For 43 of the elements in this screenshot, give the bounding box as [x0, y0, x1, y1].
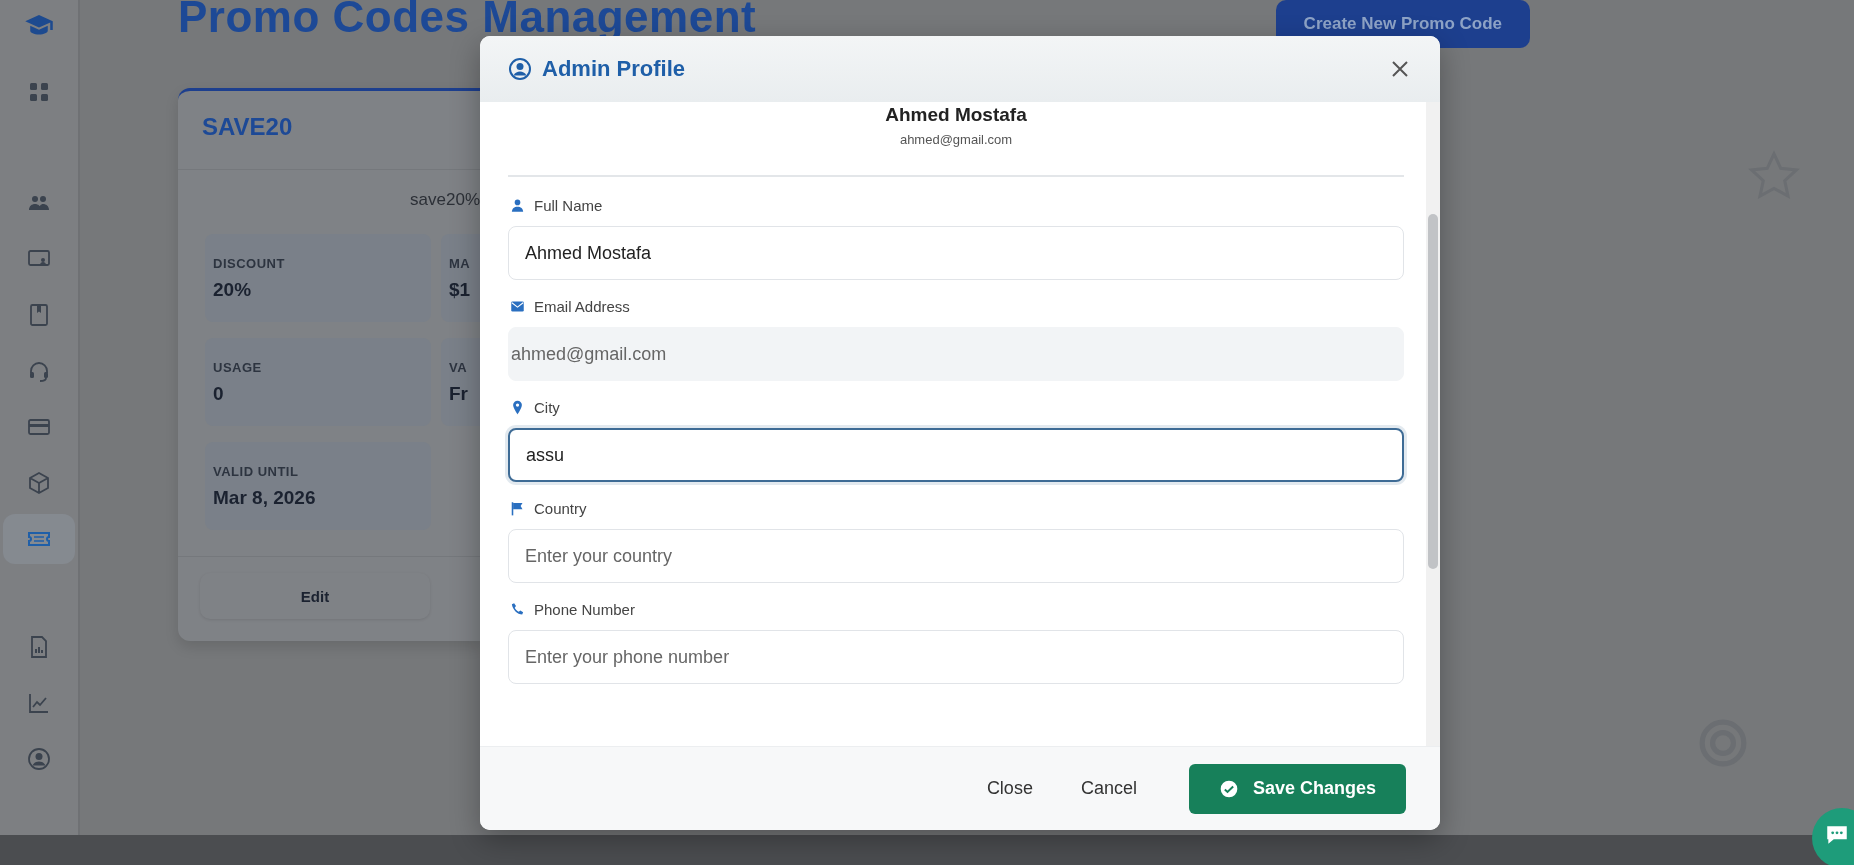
- scrollbar[interactable]: [1426, 102, 1440, 746]
- envelope-icon: [510, 299, 525, 314]
- input-field[interactable]: assu: [508, 428, 1404, 482]
- person-icon: [510, 198, 525, 213]
- line-chart-icon: [27, 691, 51, 715]
- profile-email: ahmed@gmail.com: [898, 132, 1014, 147]
- phone-icon: [510, 602, 525, 617]
- box-icon: [27, 471, 51, 495]
- page-title: Promo Codes Management: [178, 0, 757, 42]
- dialog-button[interactable]: Cancel: [1066, 768, 1151, 809]
- stat-label: DISCOUNT: [213, 256, 286, 271]
- promo-description: save20%: [409, 190, 481, 211]
- field-label: Phone Number: [534, 601, 635, 618]
- input-field[interactable]: Ahmed Mostafa: [508, 226, 1404, 280]
- user-circle-icon: [27, 747, 51, 771]
- field-label: City: [534, 399, 560, 416]
- input-field[interactable]: Enter your phone number: [508, 630, 1404, 684]
- stat-value: Mar 8, 2026: [213, 487, 317, 509]
- headset-icon: [27, 359, 51, 383]
- field-label: Email Address: [534, 298, 630, 315]
- stat-value: 0: [213, 383, 225, 405]
- input-field[interactable]: Enter your country: [508, 529, 1404, 583]
- stat-value: $1: [449, 279, 472, 301]
- edit-button[interactable]: Edit: [200, 573, 430, 619]
- profile-name: Ahmed Mostafa: [884, 104, 1028, 126]
- notebook-icon: [27, 303, 51, 327]
- field-label: Full Name: [534, 197, 603, 214]
- stat-label: USAGE: [213, 360, 263, 375]
- field-label: Country: [534, 500, 587, 517]
- stat-label: VALID UNTIL: [213, 464, 300, 479]
- save-changes-button[interactable]: Save Changes: [1188, 763, 1406, 814]
- user-circle-icon: [508, 57, 532, 81]
- location-pin-icon: [510, 400, 525, 415]
- stat-value: 20%: [213, 279, 253, 301]
- dialog-title: Admin Profile: [542, 56, 685, 82]
- stat-value: Fr: [449, 383, 469, 405]
- flag-icon: [510, 501, 525, 516]
- stat-label: MA: [449, 256, 472, 271]
- stat-label: VA: [449, 360, 469, 375]
- check-circle-icon: [1218, 778, 1239, 799]
- nav-item[interactable]: [3, 514, 75, 564]
- grid-icon: [27, 80, 51, 104]
- dialog-button[interactable]: Close: [972, 768, 1047, 809]
